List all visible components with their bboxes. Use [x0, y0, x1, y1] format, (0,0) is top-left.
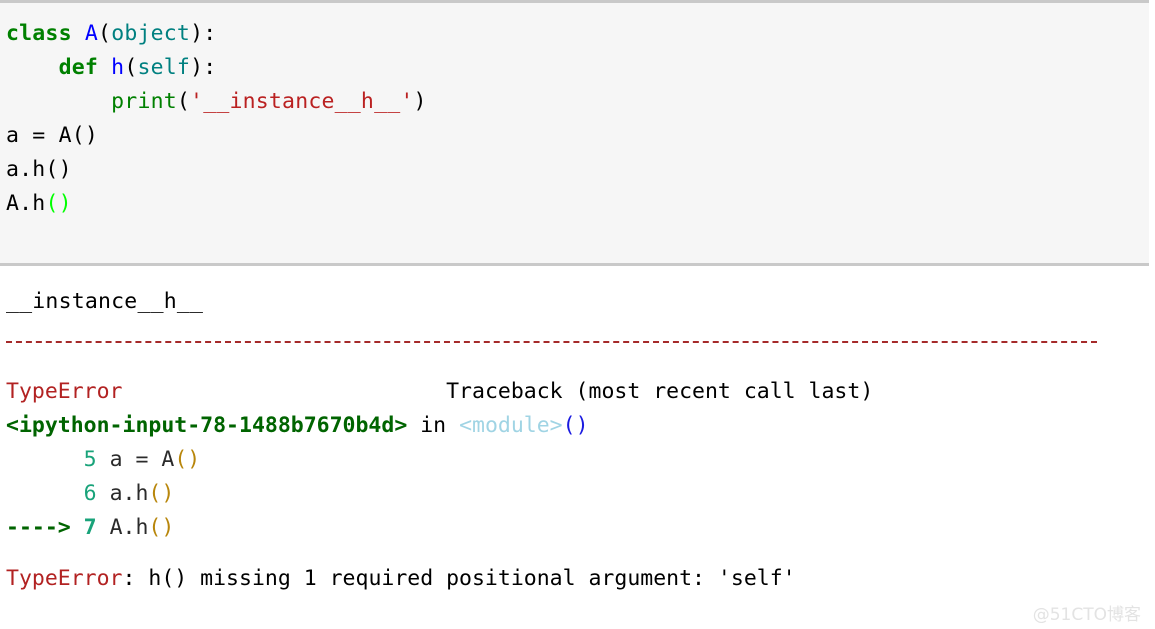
code-line-2: def h(self): [0, 51, 1149, 85]
code-line-1: class A(object): [0, 17, 1149, 51]
traceback-frame-line-active: ----> 7 A.h() [0, 511, 1155, 545]
base-class-object: object [111, 21, 191, 46]
call-expression: A.h [6, 191, 46, 216]
frame-line-number: 5 [83, 447, 97, 472]
frame-code-parens: () [174, 447, 201, 472]
traceback-scope: <module> [459, 413, 563, 438]
code-line-5: a = A() [6, 123, 99, 148]
param-self: self [137, 55, 191, 80]
frame-code-spacer [97, 447, 110, 472]
frame-code-parens: () [148, 481, 175, 506]
close-paren: ) [413, 89, 427, 114]
code-line-3: print('__instance__h__') [0, 85, 1149, 119]
traceback-separator [0, 319, 1155, 375]
highlighted-parens: () [45, 191, 72, 216]
traceback-header-right: Traceback (most recent call last) [446, 379, 874, 404]
final-error-type: TypeError [6, 566, 123, 591]
frame-indent [6, 447, 84, 472]
close-paren-colon: ): [190, 55, 217, 80]
traceback-in-keyword: in [407, 413, 460, 438]
keyword-def: def [58, 55, 99, 80]
traceback-location-row: <ipython-input-78-1488b7670b4d> in <modu… [0, 409, 1155, 443]
frame-code-parens: () [148, 515, 175, 540]
open-paren: ( [98, 21, 112, 46]
frame-line-number: 7 [83, 515, 97, 540]
frame-code: a = A [109, 447, 175, 472]
frame-code: A.h [109, 515, 149, 540]
frame-arrow-marker: ----> [6, 515, 84, 540]
class-name-a: A [84, 21, 99, 46]
keyword-class: class [6, 21, 72, 46]
dashed-rule [6, 341, 1097, 343]
close-paren-colon: ): [190, 21, 217, 46]
traceback-header: TypeError Traceback (most recent call la… [0, 375, 1155, 409]
traceback-frame-line: 6 a.h() [0, 477, 1155, 511]
cell-output-area: __instance__h__ TypeError Traceback (mos… [0, 266, 1155, 596]
open-paren: ( [176, 89, 191, 114]
code-line-7: A.h() [0, 187, 1149, 221]
traceback-error-type: TypeError [6, 379, 123, 404]
traceback-frame-line: 5 a = A() [0, 443, 1155, 477]
frame-indent [6, 481, 84, 506]
code-input-cell[interactable]: class A(object): def h(self): print('__i… [0, 0, 1149, 266]
traceback-final-message: TypeError: h() missing 1 required positi… [0, 545, 1155, 596]
final-error-message: : h() missing 1 required positional argu… [122, 566, 796, 591]
traceback-header-spacer [123, 379, 447, 404]
frame-code: a.h [109, 481, 149, 506]
frame-code-spacer [97, 515, 110, 540]
open-paren: ( [124, 55, 138, 80]
function-name-h: h [111, 55, 125, 80]
stdout-text: __instance__h__ [6, 289, 204, 314]
code-line-6: a.h() [6, 157, 72, 182]
frame-line-number: 6 [83, 481, 97, 506]
site-watermark: @51CTO博客 [1032, 605, 1141, 625]
builtin-print: print [111, 89, 177, 114]
traceback-location: <ipython-input-78-1488b7670b4d> [6, 413, 408, 438]
traceback-scope-call: () [562, 413, 589, 438]
frame-code-spacer [97, 481, 110, 506]
string-literal: '__instance__h__' [190, 89, 414, 114]
